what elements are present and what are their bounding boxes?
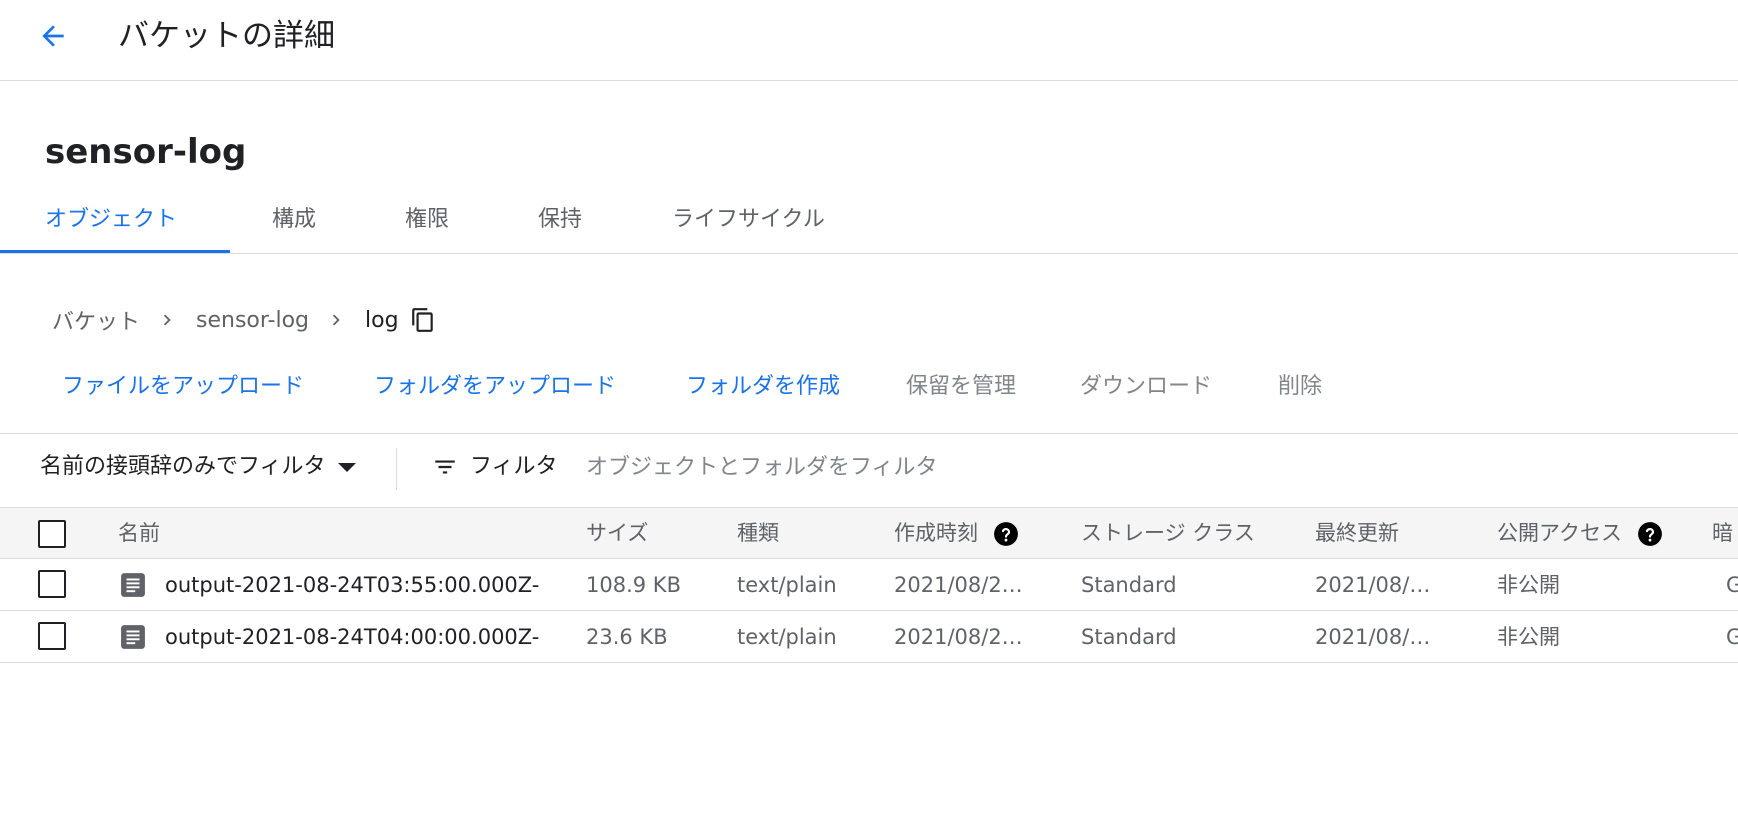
column-header-encryption[interactable]: 暗 bbox=[1712, 519, 1738, 547]
column-header-size[interactable]: サイズ bbox=[586, 519, 648, 547]
object-updated: 2021/08/… bbox=[1315, 625, 1431, 649]
table-row[interactable]: output-2021-08-24T04:00:00.000Z- 23.6 KB… bbox=[0, 611, 1738, 663]
object-storage-class: Standard bbox=[1081, 625, 1177, 649]
tab-objects[interactable]: オブジェクト bbox=[45, 206, 177, 234]
upload-folder-button[interactable]: フォルダをアップロード bbox=[374, 372, 616, 402]
object-updated: 2021/08/… bbox=[1315, 573, 1431, 597]
copy-icon bbox=[411, 308, 433, 332]
tab-permissions[interactable]: 権限 bbox=[405, 206, 449, 234]
tab-retention[interactable]: 保持 bbox=[538, 206, 582, 234]
column-header-updated[interactable]: 最終更新 bbox=[1315, 519, 1399, 547]
object-public-access: 非公開 bbox=[1497, 573, 1560, 597]
column-header-created[interactable]: 作成時刻 bbox=[894, 519, 1019, 547]
prefix-filter-dropdown[interactable]: 名前の接頭辞のみでフィルタ bbox=[40, 452, 356, 482]
breadcrumb-item-log: log bbox=[365, 307, 399, 333]
filter-label: フィルタ bbox=[470, 454, 558, 479]
column-header-public-access-label: 公開アクセス bbox=[1497, 521, 1622, 545]
object-size: 108.9 KB bbox=[586, 573, 681, 597]
caret-down-icon bbox=[337, 462, 356, 472]
object-encryption: G bbox=[1726, 573, 1738, 597]
delete-button[interactable]: 削除 bbox=[1278, 372, 1322, 402]
column-header-name[interactable]: 名前 bbox=[118, 519, 160, 547]
column-header-storage-class[interactable]: ストレージ クラス bbox=[1081, 519, 1255, 547]
object-size: 23.6 KB bbox=[586, 625, 668, 649]
help-icon[interactable] bbox=[993, 521, 1019, 547]
tab-lifecycle[interactable]: ライフサイクル bbox=[672, 206, 825, 234]
prefix-filter-label: 名前の接頭辞のみでフィルタ bbox=[40, 454, 326, 479]
active-tab-indicator bbox=[0, 250, 230, 253]
top-bar: バケットの詳細 bbox=[0, 0, 1738, 81]
arrow-left-icon bbox=[42, 25, 64, 47]
table-header: 名前 サイズ 種類 作成時刻 ストレージ クラス 最終更新 公開アクセス 暗 bbox=[0, 507, 1738, 559]
object-type: text/plain bbox=[737, 625, 837, 649]
column-header-type[interactable]: 種類 bbox=[737, 519, 779, 547]
chevron-right-icon bbox=[156, 309, 178, 331]
filter-bar: 名前の接頭辞のみでフィルタ フィルタ bbox=[0, 433, 1738, 507]
row-checkbox[interactable] bbox=[38, 570, 66, 598]
filter-input[interactable] bbox=[586, 448, 1286, 486]
column-header-public-access[interactable]: 公開アクセス bbox=[1497, 519, 1663, 547]
object-type: text/plain bbox=[737, 573, 837, 597]
object-storage-class: Standard bbox=[1081, 573, 1177, 597]
breadcrumb-item-bucket[interactable]: バケット bbox=[52, 304, 140, 336]
download-button[interactable]: ダウンロード bbox=[1080, 372, 1212, 402]
tab-configuration[interactable]: 構成 bbox=[272, 206, 316, 234]
text-file-icon bbox=[121, 625, 145, 649]
filter-button[interactable]: フィルタ bbox=[432, 452, 558, 482]
chevron-right-icon bbox=[325, 309, 347, 331]
bucket-name: sensor-log bbox=[45, 132, 247, 172]
filter-list-icon bbox=[435, 460, 455, 474]
object-public-access: 非公開 bbox=[1497, 625, 1560, 649]
page-title: バケットの詳細 bbox=[118, 18, 335, 54]
copy-path-button[interactable] bbox=[409, 306, 437, 334]
tab-bar: オブジェクト 構成 権限 保持 ライフサイクル bbox=[0, 196, 1738, 254]
help-icon[interactable] bbox=[1637, 521, 1663, 547]
create-folder-button[interactable]: フォルダを作成 bbox=[686, 372, 840, 402]
object-created: 2021/08/2… bbox=[894, 573, 1023, 597]
table-row[interactable]: output-2021-08-24T03:55:00.000Z- 108.9 K… bbox=[0, 559, 1738, 611]
row-checkbox[interactable] bbox=[38, 622, 66, 650]
upload-files-button[interactable]: ファイルをアップロード bbox=[62, 372, 304, 402]
breadcrumb: バケット sensor-log log bbox=[52, 302, 437, 338]
divider bbox=[396, 448, 397, 490]
select-all-checkbox[interactable] bbox=[38, 520, 66, 548]
column-header-created-label: 作成時刻 bbox=[894, 521, 978, 545]
object-name-link[interactable]: output-2021-08-24T03:55:00.000Z- bbox=[165, 571, 575, 599]
text-file-icon bbox=[121, 573, 145, 597]
object-created: 2021/08/2… bbox=[894, 625, 1023, 649]
manage-holds-button[interactable]: 保留を管理 bbox=[906, 372, 1016, 402]
breadcrumb-item-sensor-log[interactable]: sensor-log bbox=[196, 308, 309, 333]
object-encryption: G bbox=[1726, 625, 1738, 649]
back-button[interactable] bbox=[28, 16, 78, 56]
object-name-link[interactable]: output-2021-08-24T04:00:00.000Z- bbox=[165, 623, 575, 651]
